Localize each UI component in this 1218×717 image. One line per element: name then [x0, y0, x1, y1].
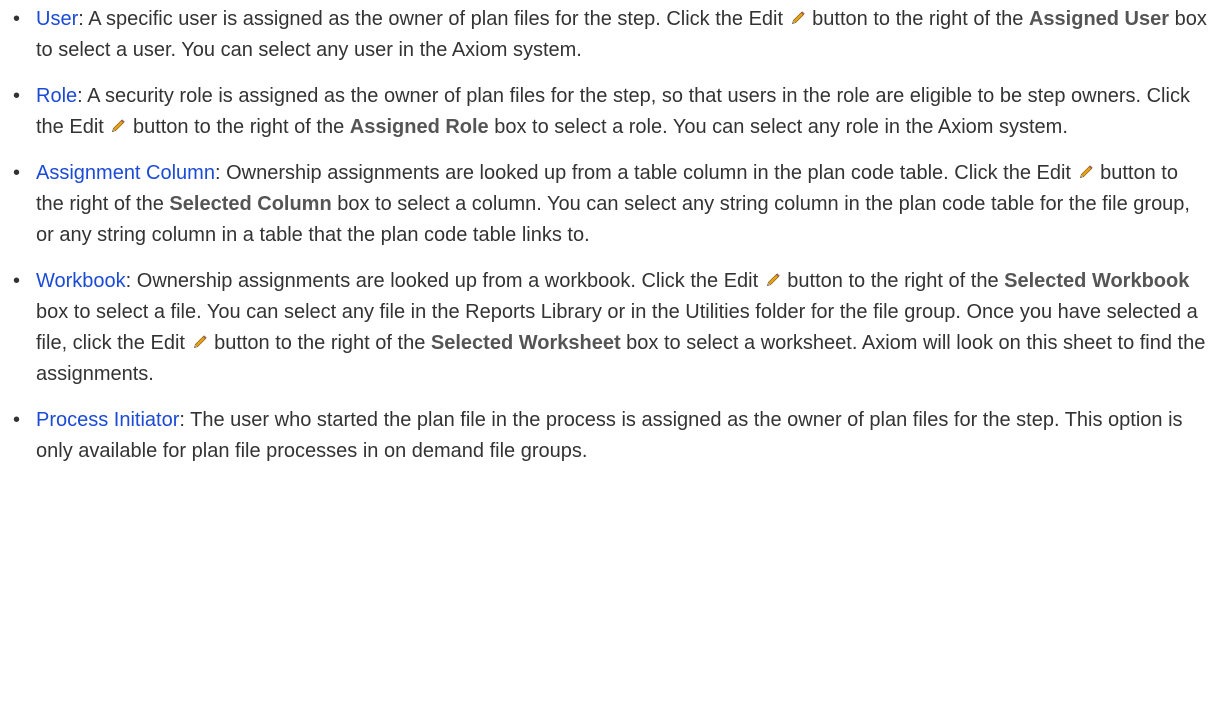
option-term-link[interactable]: User: [36, 8, 78, 30]
list-item: • Assignment Column: Ownership assignment…: [10, 158, 1208, 251]
pencil-icon: [112, 119, 126, 132]
bullet-icon: •: [13, 162, 21, 184]
bullet-icon: •: [13, 409, 21, 431]
body-text: button to the right of the: [208, 332, 431, 354]
list-item: • User: A specific user is assigned as th…: [10, 4, 1208, 66]
pencil-icon: [193, 335, 207, 348]
ui-field-label: Selected Column: [169, 193, 332, 215]
body-text: : Ownership assignments are looked up fr…: [125, 270, 764, 292]
option-term-link[interactable]: Assignment Column: [36, 162, 215, 184]
body-text: button to the right of the: [781, 270, 1005, 292]
body-text: button to the right of the: [806, 8, 1029, 30]
list-item: • Process Initiator: The user who started…: [10, 405, 1208, 467]
ui-field-label: Selected Workbook: [1004, 270, 1190, 292]
body-text: box to select a role. You can select any…: [488, 116, 1068, 138]
body-text: : Ownership assignments are looked up fr…: [214, 162, 1077, 184]
ui-field-label: Assigned User: [1028, 8, 1170, 30]
list-item: • Role: A security role is assigned as th…: [10, 81, 1208, 143]
ui-field-label: Assigned Role: [349, 116, 489, 138]
option-term-link[interactable]: Role: [36, 85, 77, 107]
bullet-icon: •: [13, 8, 21, 30]
body-text: : The user who started the plan file in …: [36, 409, 1183, 462]
bullet-icon: •: [13, 85, 21, 107]
pencil-icon: [1079, 165, 1093, 178]
body-text: button to the right of the: [127, 116, 350, 138]
option-term-link[interactable]: Workbook: [36, 270, 126, 292]
ownership-options-list: • User: A specific user is assigned as th…: [10, 4, 1208, 467]
pencil-icon: [791, 11, 805, 24]
list-item: • Workbook: Ownership assignments are loo…: [10, 266, 1208, 390]
body-text: : A specific user is assigned as the own…: [78, 8, 789, 30]
pencil-icon: [766, 273, 780, 286]
bullet-icon: •: [13, 270, 21, 292]
document-page: • User: A specific user is assigned as th…: [0, 0, 1218, 717]
option-term-link[interactable]: Process Initiator: [36, 409, 179, 431]
ui-field-label: Selected Worksheet: [430, 332, 621, 354]
